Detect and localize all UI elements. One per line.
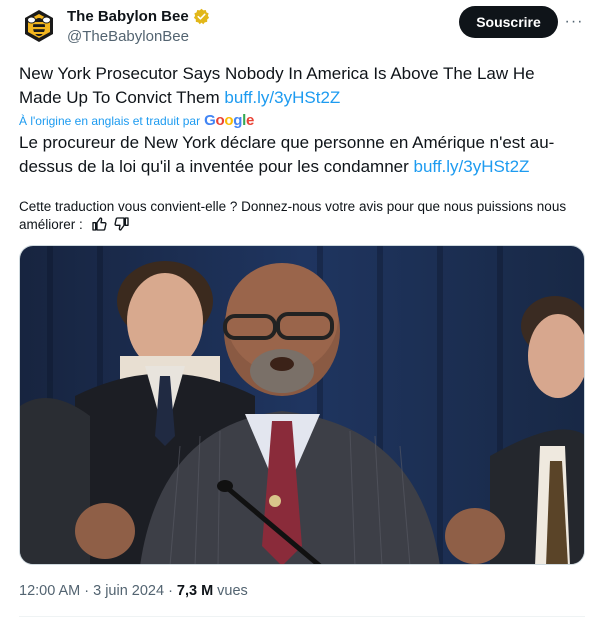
verified-badge-icon[interactable] — [193, 8, 210, 25]
bee-logo-icon — [25, 10, 53, 42]
name-row: The Babylon Bee — [67, 8, 210, 25]
translation-attribution[interactable]: À l'origine en anglais et traduit par Go… — [19, 112, 254, 129]
tweet-original-text: New York Prosecutor Says Nobody In Ameri… — [19, 62, 569, 110]
tweet-meta: 12:00 AM · 3 juin 2024 · 7,3 M vues — [19, 583, 248, 599]
user-handle[interactable]: @TheBabylonBee — [67, 28, 189, 45]
views-count[interactable]: 7,3 M — [177, 583, 213, 599]
views-label: vues — [217, 583, 248, 599]
more-icon[interactable]: ··· — [563, 12, 585, 32]
thumbs-up-icon[interactable] — [91, 216, 107, 232]
avatar[interactable] — [19, 7, 59, 47]
translation-source-label: À l'origine en anglais et traduit par — [19, 113, 201, 128]
tweet-time[interactable]: 12:00 AM — [19, 583, 80, 599]
meta-separator: · — [168, 583, 173, 599]
tweet-date[interactable]: 3 juin 2024 — [93, 583, 164, 599]
tweet-translated-text: Le procureur de New York déclare que per… — [19, 131, 574, 179]
tweet-header: The Babylon Bee @TheBabylonBee Souscrire… — [19, 6, 585, 47]
thumbs-down-icon[interactable] — [114, 216, 130, 232]
display-name[interactable]: The Babylon Bee — [67, 8, 189, 25]
google-logo: Google — [204, 112, 254, 129]
original-link[interactable]: buff.ly/3yHSt2Z — [224, 88, 340, 107]
press-conference-photo — [20, 246, 584, 564]
translated-link[interactable]: buff.ly/3yHSt2Z — [414, 157, 530, 176]
subscribe-button[interactable]: Souscrire — [459, 6, 558, 38]
meta-separator: · — [84, 583, 90, 599]
divider — [19, 616, 585, 617]
translation-feedback: Cette traduction vous convient-elle ? Do… — [19, 198, 579, 234]
tweet-photo[interactable] — [19, 245, 585, 565]
